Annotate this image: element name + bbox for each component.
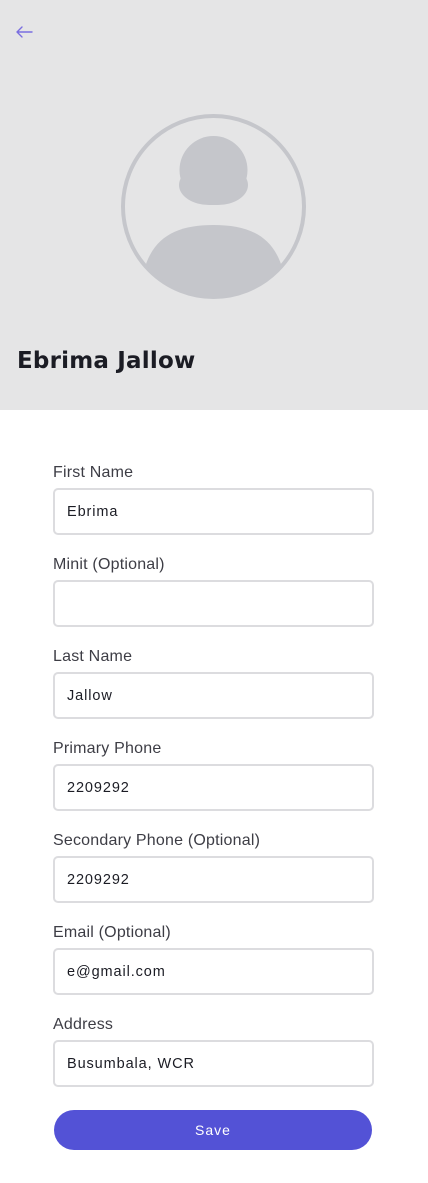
primary-phone-label: Primary Phone <box>53 740 162 757</box>
email-field-group: Email (Optional) <box>53 922 374 1014</box>
minit-label: Minit (Optional) <box>53 556 165 573</box>
minit-input[interactable] <box>53 580 374 627</box>
first-name-label: First Name <box>53 464 134 481</box>
profile-name: Ebrima Jallow <box>17 348 196 374</box>
arrow-left-icon <box>16 26 33 38</box>
first-name-input[interactable] <box>53 488 374 535</box>
address-input[interactable] <box>53 1040 374 1087</box>
person-placeholder-icon <box>121 114 306 299</box>
first-name-field-group: First Name <box>53 462 374 554</box>
last-name-input[interactable] <box>53 672 374 719</box>
save-button[interactable]: Save <box>54 1110 372 1150</box>
email-label: Email (Optional) <box>53 924 171 941</box>
minit-field-group: Minit (Optional) <box>53 554 374 646</box>
primary-phone-field-group: Primary Phone <box>53 738 374 830</box>
email-input[interactable] <box>53 948 374 995</box>
profile-form: First Name Minit (Optional) Last Name Pr… <box>53 462 374 1106</box>
back-button[interactable] <box>12 20 36 44</box>
last-name-label: Last Name <box>53 648 133 665</box>
address-field-group: Address <box>53 1014 374 1106</box>
last-name-field-group: Last Name <box>53 646 374 738</box>
address-label: Address <box>53 1016 114 1033</box>
secondary-phone-field-group: Secondary Phone (Optional) <box>53 830 374 922</box>
secondary-phone-label: Secondary Phone (Optional) <box>53 832 261 849</box>
profile-header: Ebrima Jallow <box>0 0 428 410</box>
secondary-phone-input[interactable] <box>53 856 374 903</box>
primary-phone-input[interactable] <box>53 764 374 811</box>
